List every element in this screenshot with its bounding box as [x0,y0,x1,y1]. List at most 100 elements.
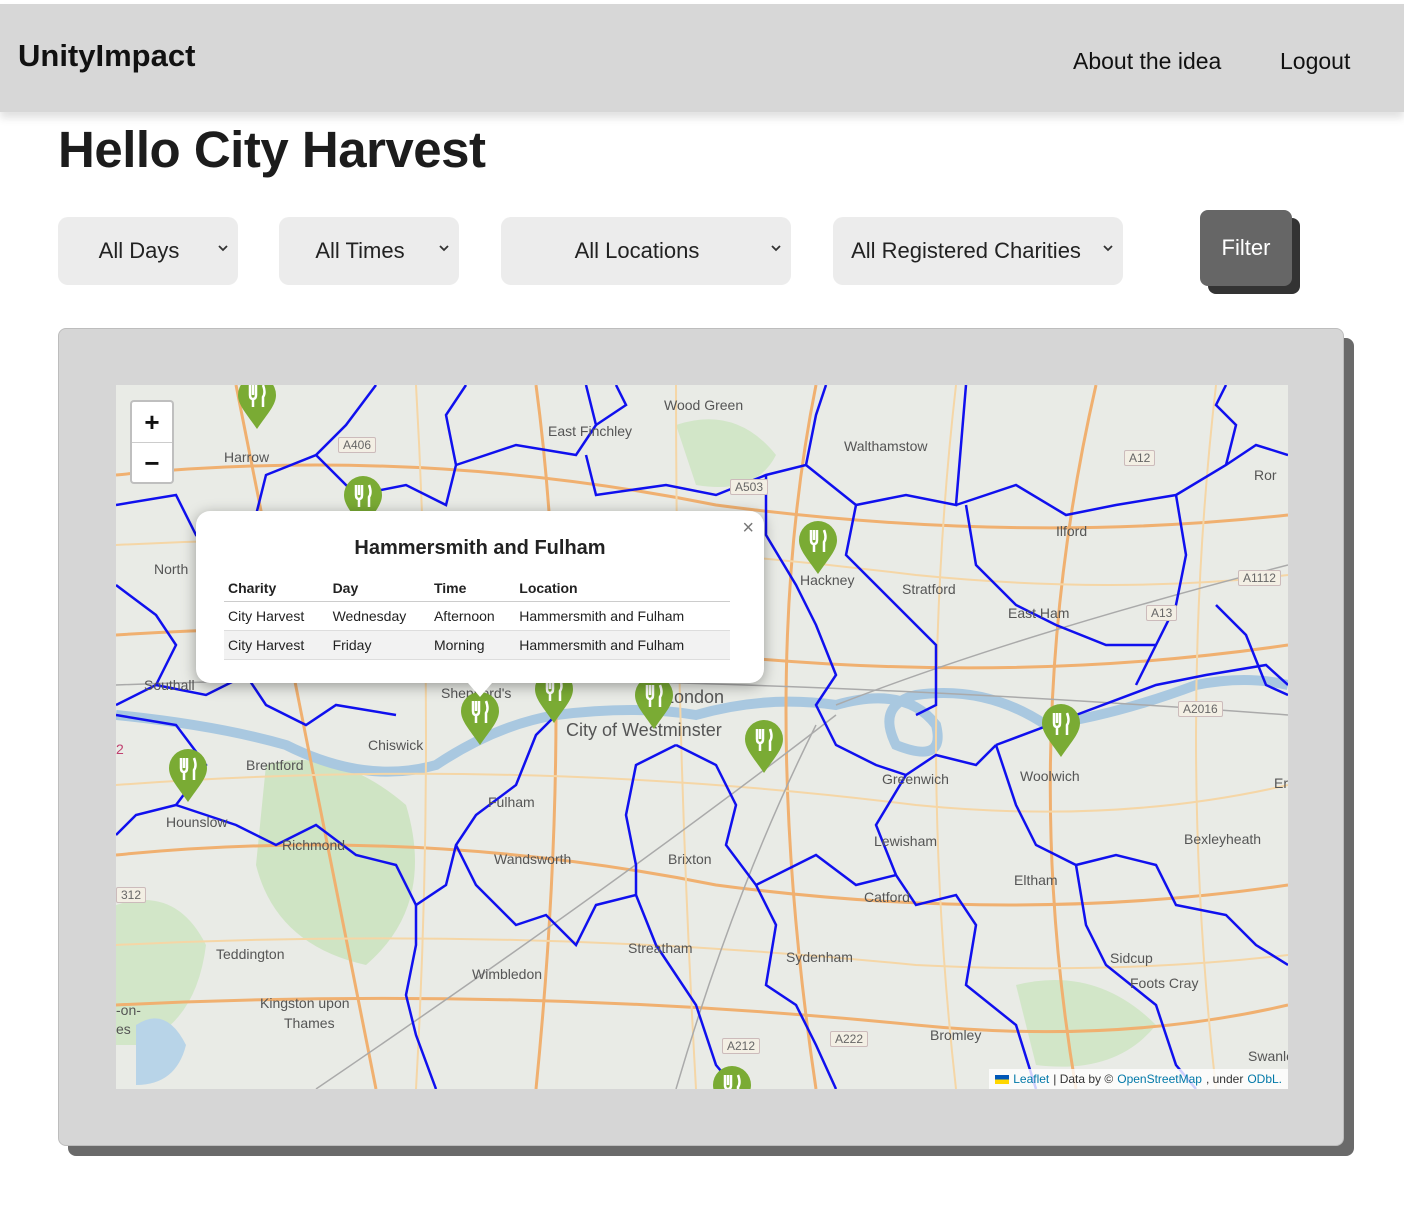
popup-tip [468,683,492,697]
map-place-label: Teddington [216,946,285,962]
days-select-value: All Days [98,238,180,263]
column-header: Charity [224,577,329,602]
nav-logout-link[interactable]: Logout [1280,48,1350,75]
map-marker[interactable] [633,675,675,731]
map-place-label: Greenwich [882,771,949,787]
map-attribution: Leaflet | Data by © OpenStreetMap , unde… [989,1069,1288,1089]
map-place-label: Ror [1254,467,1277,483]
zoom-control: + − [130,400,174,484]
table-row: City Harvest Friday Morning Hammersmith … [224,630,730,660]
map-place-label: Hounslow [166,814,228,830]
map-marker[interactable] [797,520,839,576]
locations-select-value: All Locations [574,238,700,263]
table-cell: Afternoon [429,601,516,631]
fork-knife-icon [799,521,837,574]
brand-logo[interactable]: UnityImpact [18,38,195,74]
map-place-label: North [154,561,189,577]
ukraine-flag-icon [995,1074,1010,1084]
table-row: City Harvest Wednesday Afternoon Hammers… [224,601,730,631]
map-place-label: Woolwich [1020,768,1080,784]
map-place-label: -on- [116,1002,141,1018]
map-road-label: A212 [722,1038,761,1054]
column-header: Day [328,577,430,602]
table-cell: Hammersmith and Fulham [515,601,730,631]
map-place-label: East Ham [1008,605,1070,621]
map-marker[interactable] [1040,703,1082,759]
popup-title: Hammersmith and Fulham [354,537,606,559]
map-place-label: Foots Cray [1130,975,1199,991]
chevron-down-icon [439,245,449,252]
map-road-label: 312 [116,887,147,903]
nav-about-link[interactable]: About the idea [1073,48,1221,75]
fork-knife-icon [635,676,673,729]
map-place-label: 2 [116,741,124,757]
map-road-label: A2016 [1178,701,1223,717]
chevron-down-icon [771,245,781,252]
map-place-label: Wandsworth [494,851,572,867]
zoom-out-button[interactable]: − [132,443,172,483]
leaflet-link[interactable]: Leaflet [1013,1072,1049,1086]
map-place-label: Brentford [246,757,304,773]
map-place-label: Harrow [224,449,270,465]
map-marker[interactable] [236,385,278,431]
map-place-label: Stratford [902,581,956,597]
map-road-label: A13 [1146,605,1178,621]
times-select[interactable]: All Times [279,217,459,285]
table-cell: Morning [429,630,516,660]
column-header: Time [429,577,516,602]
map-road-label: A406 [338,437,377,453]
map-place-label: Lewisham [874,833,938,849]
table-cell: City Harvest [224,601,329,631]
map-place-label: Southall [144,677,195,693]
map-place-label: Richmond [282,837,346,853]
fork-knife-icon [238,385,276,429]
map-marker[interactable] [743,719,785,775]
map-place-label: Wimbledon [472,966,543,982]
attribution-text: | Data by © [1053,1072,1114,1086]
map-place-label: Brixton [668,851,712,867]
map-road-label: A1112 [1238,570,1281,586]
table-cell: Hammersmith and Fulham [515,630,730,660]
times-select-value: All Times [315,238,405,263]
map-popup: × Hammersmith and Fulham Charity Day Tim… [196,511,764,683]
days-select[interactable]: All Days [58,217,238,285]
map-view[interactable]: Wood Green East Finchley Walthamstow Har… [116,385,1288,1089]
map-road-label: A222 [830,1031,869,1047]
map-place-label: Kingston upon [260,995,350,1011]
fork-knife-icon [745,720,783,773]
map-place-label: Sidcup [1110,950,1153,966]
map-place-label: Ilford [1056,523,1088,539]
chevron-down-icon [1103,245,1113,252]
map-place-label: Eltham [1014,872,1058,888]
odbl-link[interactable]: ODbL. [1247,1072,1282,1086]
map-marker[interactable] [167,748,209,804]
map-place-label: Catford [864,889,910,905]
map-place-label: Streatham [628,940,693,956]
table-cell: Friday [328,630,430,660]
map-place-label: Bexleyheath [1184,831,1262,847]
map-road-label: A12 [1124,450,1156,466]
table-header-row: Charity Day Time Location [224,577,730,602]
map-place-label: Chiswick [368,737,424,753]
charities-select[interactable]: All Registered Charities [833,217,1123,285]
table-cell: Wednesday [328,601,430,631]
map-place-label: East Finchley [548,423,633,439]
chevron-down-icon [218,245,228,252]
zoom-in-button[interactable]: + [132,402,172,443]
attribution-text: , under [1205,1072,1244,1086]
column-header: Location [515,577,730,602]
fork-knife-icon [169,749,207,802]
map-place-label: Wood Green [664,397,744,413]
osm-link[interactable]: OpenStreetMap [1117,1072,1202,1086]
popup-table: Charity Day Time Location City Harvest W… [224,577,730,660]
locations-select[interactable]: All Locations [501,217,791,285]
map-place-label: Fulham [488,794,535,810]
map-marker[interactable] [459,691,501,747]
map-place-label: es [116,1021,131,1037]
filter-button[interactable]: Filter [1200,210,1292,286]
map-place-label: Sydenham [786,949,853,965]
map-place-label: Walthamstow [844,438,928,454]
map-road-label: A503 [730,479,769,495]
fork-knife-icon [1042,704,1080,757]
map-marker[interactable] [711,1065,753,1089]
